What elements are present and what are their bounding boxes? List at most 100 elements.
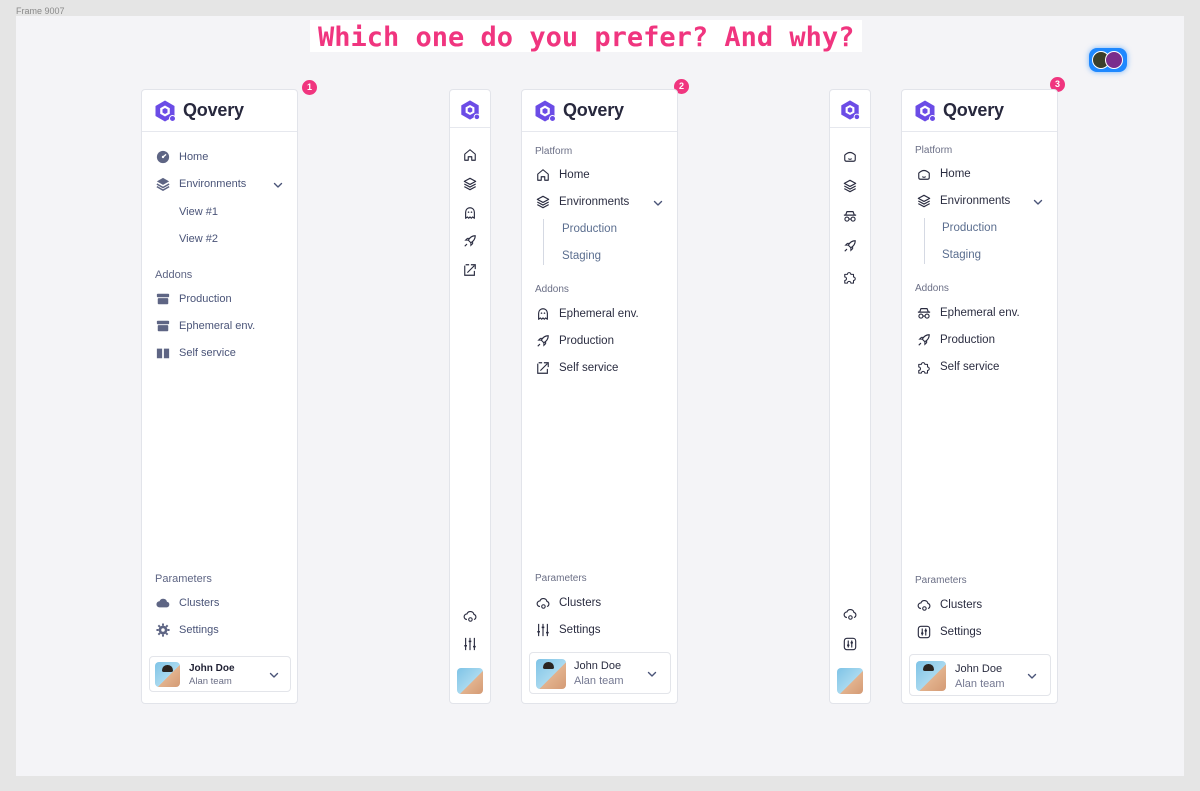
layers-icon[interactable] (463, 177, 477, 191)
user-name: John Doe (189, 663, 235, 674)
sidebar-item-label: Production (179, 293, 232, 305)
sidebar-item-self-service[interactable]: Self service (917, 360, 999, 374)
user-menu[interactable]: John Doe Alan team (909, 654, 1051, 696)
sidebar-item-production[interactable]: Production (156, 292, 232, 306)
layers-icon (156, 177, 170, 191)
user-team: Alan team (955, 678, 1005, 690)
rocket-icon[interactable] (843, 239, 857, 253)
sidebar-item-ephemeral-env[interactable]: Ephemeral env. (917, 306, 1020, 320)
sidebar-item-environments[interactable]: Environments (917, 194, 1010, 208)
cloud-gear-icon (917, 598, 931, 612)
incognito-icon (917, 306, 931, 320)
qovery-logo-icon[interactable] (459, 99, 481, 121)
section-title-platform: Platform (915, 145, 953, 156)
rocket-icon[interactable] (463, 234, 477, 248)
sidebar-subitem-staging[interactable]: Staging (942, 249, 981, 261)
icon-rail-option-2 (449, 89, 491, 704)
sidebar-item-clusters[interactable]: Clusters (536, 596, 601, 610)
user-menu[interactable]: John Doe Alan team (149, 656, 291, 692)
sidebar-item-label: Home (179, 151, 209, 163)
puzzle-icon[interactable] (843, 270, 857, 284)
avatar[interactable] (457, 668, 483, 694)
sidebar-item-environments[interactable]: Environments (536, 195, 629, 209)
sidebar-item-clusters[interactable]: Clusters (917, 598, 982, 612)
sidebar-subitem-view-2[interactable]: View #2 (179, 233, 218, 245)
brand-name: Qovery (563, 100, 624, 120)
sidebar-subitem-production[interactable]: Production (562, 223, 617, 235)
home-soft-icon[interactable] (843, 149, 857, 163)
sidebar-item-production[interactable]: Production (536, 334, 614, 348)
section-title-addons: Addons (915, 283, 949, 294)
sidebar-item-settings[interactable]: Settings (917, 625, 982, 639)
cloud-gear-icon[interactable] (843, 607, 857, 621)
qovery-logo-icon[interactable] (839, 99, 861, 121)
sidebar-item-production[interactable]: Production (917, 333, 995, 347)
toggles-icon[interactable] (843, 637, 857, 651)
sidebar-item-ephemeral-env[interactable]: Ephemeral env. (156, 319, 255, 333)
brand-name: Qovery (943, 100, 1004, 120)
user-menu[interactable]: John Doe Alan team (529, 652, 671, 694)
layers-icon[interactable] (843, 179, 857, 193)
sidebar-item-home[interactable]: Home (917, 167, 971, 181)
headline: Which one do you prefer? And why? (310, 20, 863, 53)
qovery-logo-icon (533, 99, 557, 123)
brand-name: Qovery (183, 100, 244, 120)
rocket-icon (536, 334, 550, 348)
sidebar-item-self-service[interactable]: Self service (536, 361, 618, 375)
sidebar-item-clusters[interactable]: Clusters (156, 596, 219, 610)
incognito-icon[interactable] (843, 209, 857, 223)
sidebar-item-label: Settings (179, 624, 219, 636)
sidebar-subitem-view-1[interactable]: View #1 (179, 206, 218, 218)
sliders-icon[interactable] (463, 637, 477, 651)
sidebar-item-self-service[interactable]: Self service (156, 346, 236, 360)
frame-label: Frame 9007 (16, 6, 65, 16)
section-title-platform: Platform (535, 146, 573, 157)
sidebar-item-home[interactable]: Home (536, 168, 590, 182)
sidebar-subitem-production[interactable]: Production (942, 222, 997, 234)
rocket-icon (917, 333, 931, 347)
sidebar-item-label: Self service (940, 361, 1000, 373)
collaborator-avatars[interactable] (1089, 48, 1127, 72)
sidebar-item-home[interactable]: Home (156, 150, 208, 164)
user-team: Alan team (189, 676, 232, 687)
avatar (916, 661, 946, 691)
sidebar-item-settings[interactable]: Settings (156, 623, 219, 637)
sidebar-item-settings[interactable]: Settings (536, 623, 601, 637)
brand-header[interactable]: Qovery (142, 90, 297, 132)
section-title-parameters: Parameters (915, 575, 967, 586)
book-icon (156, 346, 170, 360)
sidebar-item-label: Ephemeral env. (179, 320, 256, 332)
sidebar-item-label: Production (559, 335, 614, 347)
user-name: John Doe (955, 663, 1003, 675)
sidebar-item-label: Self service (559, 362, 619, 374)
sidebar-item-label: Settings (559, 624, 601, 636)
chevron-down-icon[interactable] (272, 179, 284, 191)
dashboard-icon (156, 150, 170, 164)
layers-icon (917, 194, 931, 208)
avatar (1105, 51, 1123, 69)
cloud-icon (156, 596, 170, 610)
ghost-icon[interactable] (463, 206, 477, 220)
avatar (155, 662, 180, 687)
toggles-icon (917, 625, 931, 639)
sidebar-option-2: Qovery Platform Home Environments Produc… (521, 89, 678, 704)
home-icon[interactable] (463, 148, 477, 162)
icon-rail-option-3 (829, 89, 871, 704)
sidebar-item-label: Clusters (940, 599, 983, 611)
sidebar-item-label: Ephemeral env. (940, 307, 1020, 319)
tree-line (543, 219, 544, 265)
chevron-down-icon[interactable] (652, 197, 664, 209)
avatar (536, 659, 566, 689)
sidebar-item-environments[interactable]: Environments (156, 177, 246, 191)
sidebar-item-ephemeral-env[interactable]: Ephemeral env. (536, 307, 639, 321)
section-title-parameters: Parameters (535, 573, 587, 584)
brand-header[interactable]: Qovery (522, 90, 677, 132)
cloud-gear-icon[interactable] (463, 609, 477, 623)
slash-box-icon[interactable] (463, 263, 477, 277)
section-title-addons: Addons (535, 284, 569, 295)
sidebar-item-label: Environments (940, 195, 1011, 207)
avatar[interactable] (837, 668, 863, 694)
brand-header[interactable]: Qovery (902, 90, 1057, 132)
sidebar-subitem-staging[interactable]: Staging (562, 250, 601, 262)
chevron-down-icon[interactable] (1032, 196, 1044, 208)
